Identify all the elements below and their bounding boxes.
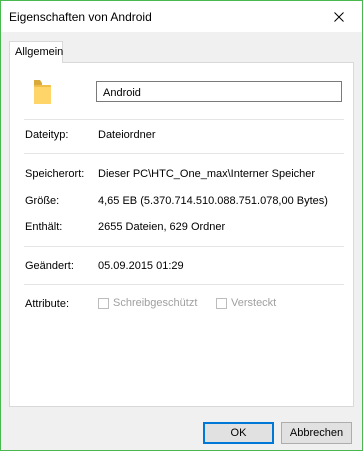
readonly-checkbox[interactable]: Schreibgeschützt <box>98 297 197 309</box>
location-value: Dieser PC\HTC_One_max\Interner Speicher <box>98 168 316 180</box>
divider <box>24 119 344 120</box>
tab-allgemein-label: Allgemein <box>15 46 64 58</box>
contains-value: 2655 Dateien, 629 Ordner <box>98 221 226 233</box>
readonly-checkbox-label: Schreibgeschützt <box>113 297 198 309</box>
type-label: Dateityp: <box>25 129 69 141</box>
type-value: Dateiordner <box>98 129 156 141</box>
divider <box>24 284 344 285</box>
tab-allgemein[interactable]: Allgemein <box>9 41 63 63</box>
folder-name-input[interactable] <box>96 81 342 102</box>
size-label: Größe: <box>25 195 60 207</box>
window-title: Eigenschaften von Android <box>9 10 152 24</box>
contains-label: Enthält: <box>25 221 63 233</box>
properties-dialog: Eigenschaften von Android Allgemein Date… <box>0 0 363 451</box>
hidden-checkbox-label: Versteckt <box>231 297 277 309</box>
size-value: 4,65 EB (5.370.714.510.088.751.078,00 By… <box>98 195 328 207</box>
close-button[interactable] <box>316 1 362 32</box>
readonly-checkbox-box[interactable] <box>98 297 109 309</box>
folder-icon <box>30 77 54 107</box>
attributes-label: Attribute: <box>25 298 70 310</box>
ok-button[interactable]: OK <box>203 422 274 444</box>
divider <box>24 153 344 154</box>
close-icon <box>334 11 344 22</box>
cancel-button[interactable]: Abbrechen <box>281 422 352 444</box>
hidden-checkbox[interactable]: Versteckt <box>216 297 276 309</box>
hidden-checkbox-box[interactable] <box>216 297 227 309</box>
general-panel: Dateityp: Dateiordner Speicherort: Diese… <box>9 62 354 407</box>
location-label: Speicherort: <box>25 168 85 180</box>
modified-value: 05.09.2015 01:29 <box>98 260 184 272</box>
title-bar[interactable]: Eigenschaften von Android <box>1 1 362 32</box>
modified-label: Geändert: <box>25 260 74 272</box>
divider <box>24 246 344 247</box>
